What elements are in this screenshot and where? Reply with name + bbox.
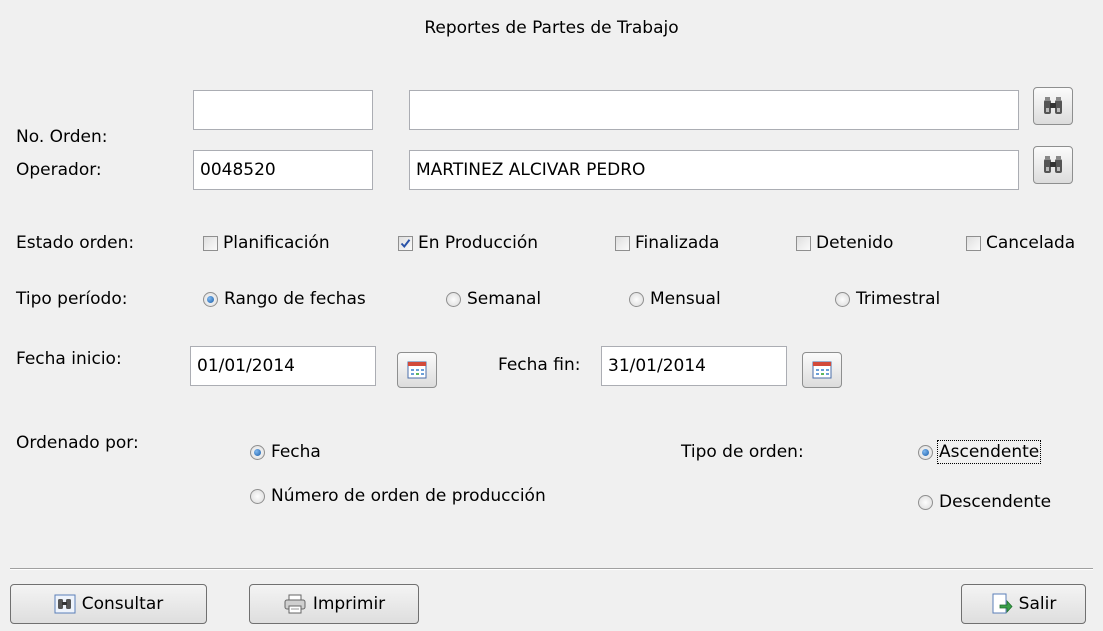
radio-label: Número de orden de producción	[271, 486, 546, 506]
radio-circle	[918, 444, 933, 460]
salir-button[interactable]: Salir	[961, 584, 1086, 624]
radio-ascendente[interactable]: Ascendente	[918, 440, 1042, 464]
checkbox-box	[615, 235, 630, 251]
checkbox-box	[398, 235, 413, 251]
imprimir-button[interactable]: Imprimir	[249, 584, 419, 624]
fecha-inicio-input[interactable]: 01/01/2014	[190, 346, 376, 386]
search-operator-button[interactable]	[1033, 146, 1073, 184]
no-orden-label: No. Orden:	[16, 127, 108, 147]
fecha-inicio-calendar-button[interactable]	[397, 352, 437, 388]
radio-semanal[interactable]: Semanal	[446, 289, 541, 309]
radio-label: Semanal	[467, 289, 542, 309]
radio-circle	[203, 291, 218, 307]
radio-descendente[interactable]: Descendente	[918, 492, 1051, 512]
separator	[10, 568, 1093, 570]
checkbox-label: En Producción	[418, 233, 539, 253]
operador-name-input[interactable]: MARTINEZ ALCIVAR PEDRO	[409, 150, 1019, 190]
radio-rango-fechas[interactable]: Rango de fechas	[203, 289, 366, 309]
radio-label: Trimestral	[856, 289, 941, 309]
checkbox-box	[966, 235, 981, 251]
radio-label: Ascendente	[936, 440, 1042, 464]
imprimir-label: Imprimir	[312, 594, 386, 614]
consultar-button[interactable]: Consultar	[10, 584, 207, 624]
checkbox-box	[796, 235, 811, 251]
radio-label: Rango de fechas	[224, 289, 366, 309]
checkmark-icon	[400, 238, 411, 248]
checkbox-finalizada[interactable]: Finalizada	[615, 233, 719, 253]
consultar-label: Consultar	[81, 594, 164, 614]
calendar-icon	[812, 361, 832, 379]
checkbox-label: Planificación	[223, 233, 330, 253]
ordenado-por-label: Ordenado por:	[16, 433, 139, 453]
no-orden-code-input[interactable]	[193, 90, 373, 130]
radio-circle	[629, 291, 644, 307]
printer-icon	[284, 594, 306, 614]
tipo-orden-label: Tipo de orden:	[681, 442, 804, 462]
fecha-fin-label: Fecha fin:	[498, 355, 581, 375]
radio-dot	[254, 448, 261, 456]
checkbox-cancelada[interactable]: Cancelada	[966, 233, 1075, 253]
checkbox-en-produccion[interactable]: En Producción	[398, 233, 538, 253]
binoculars-icon	[54, 594, 76, 614]
fecha-inicio-label: Fecha inicio:	[16, 349, 122, 369]
checkbox-label: Detenido	[816, 233, 894, 253]
radio-label: Fecha	[271, 442, 321, 462]
operador-label: Operador:	[16, 160, 102, 180]
radio-orden-fecha[interactable]: Fecha	[250, 442, 321, 462]
checkbox-label: Finalizada	[635, 233, 720, 253]
window-title: Reportes de Partes de Trabajo	[424, 18, 679, 38]
binoculars-icon	[1044, 97, 1062, 114]
checkbox-box	[203, 235, 218, 251]
fecha-fin-input[interactable]: 31/01/2014	[601, 346, 787, 386]
radio-dot	[922, 448, 929, 456]
binoculars-icon	[1044, 156, 1062, 173]
checkbox-planificacion[interactable]: Planificación	[203, 233, 330, 253]
radio-circle	[918, 494, 933, 510]
radio-label: Mensual	[650, 289, 721, 309]
operador-code-input[interactable]: 0048520	[193, 150, 373, 190]
radio-circle	[835, 291, 850, 307]
estado-orden-label: Estado orden:	[16, 233, 135, 253]
radio-orden-numero[interactable]: Número de orden de producción	[250, 486, 546, 506]
radio-circle	[446, 291, 461, 307]
radio-circle	[250, 444, 265, 460]
salir-label: Salir	[1018, 594, 1057, 614]
radio-trimestral[interactable]: Trimestral	[835, 289, 940, 309]
search-order-button[interactable]	[1033, 87, 1073, 125]
radio-dot	[207, 295, 214, 303]
radio-circle	[250, 488, 265, 504]
radio-mensual[interactable]: Mensual	[629, 289, 721, 309]
exit-icon	[992, 593, 1013, 614]
calendar-icon	[407, 361, 427, 379]
radio-label: Descendente	[939, 492, 1052, 512]
tipo-periodo-label: Tipo período:	[16, 289, 128, 309]
no-orden-name-input[interactable]	[409, 90, 1019, 130]
checkbox-detenido[interactable]: Detenido	[796, 233, 893, 253]
fecha-fin-calendar-button[interactable]	[802, 352, 842, 388]
checkbox-label: Cancelada	[986, 233, 1076, 253]
